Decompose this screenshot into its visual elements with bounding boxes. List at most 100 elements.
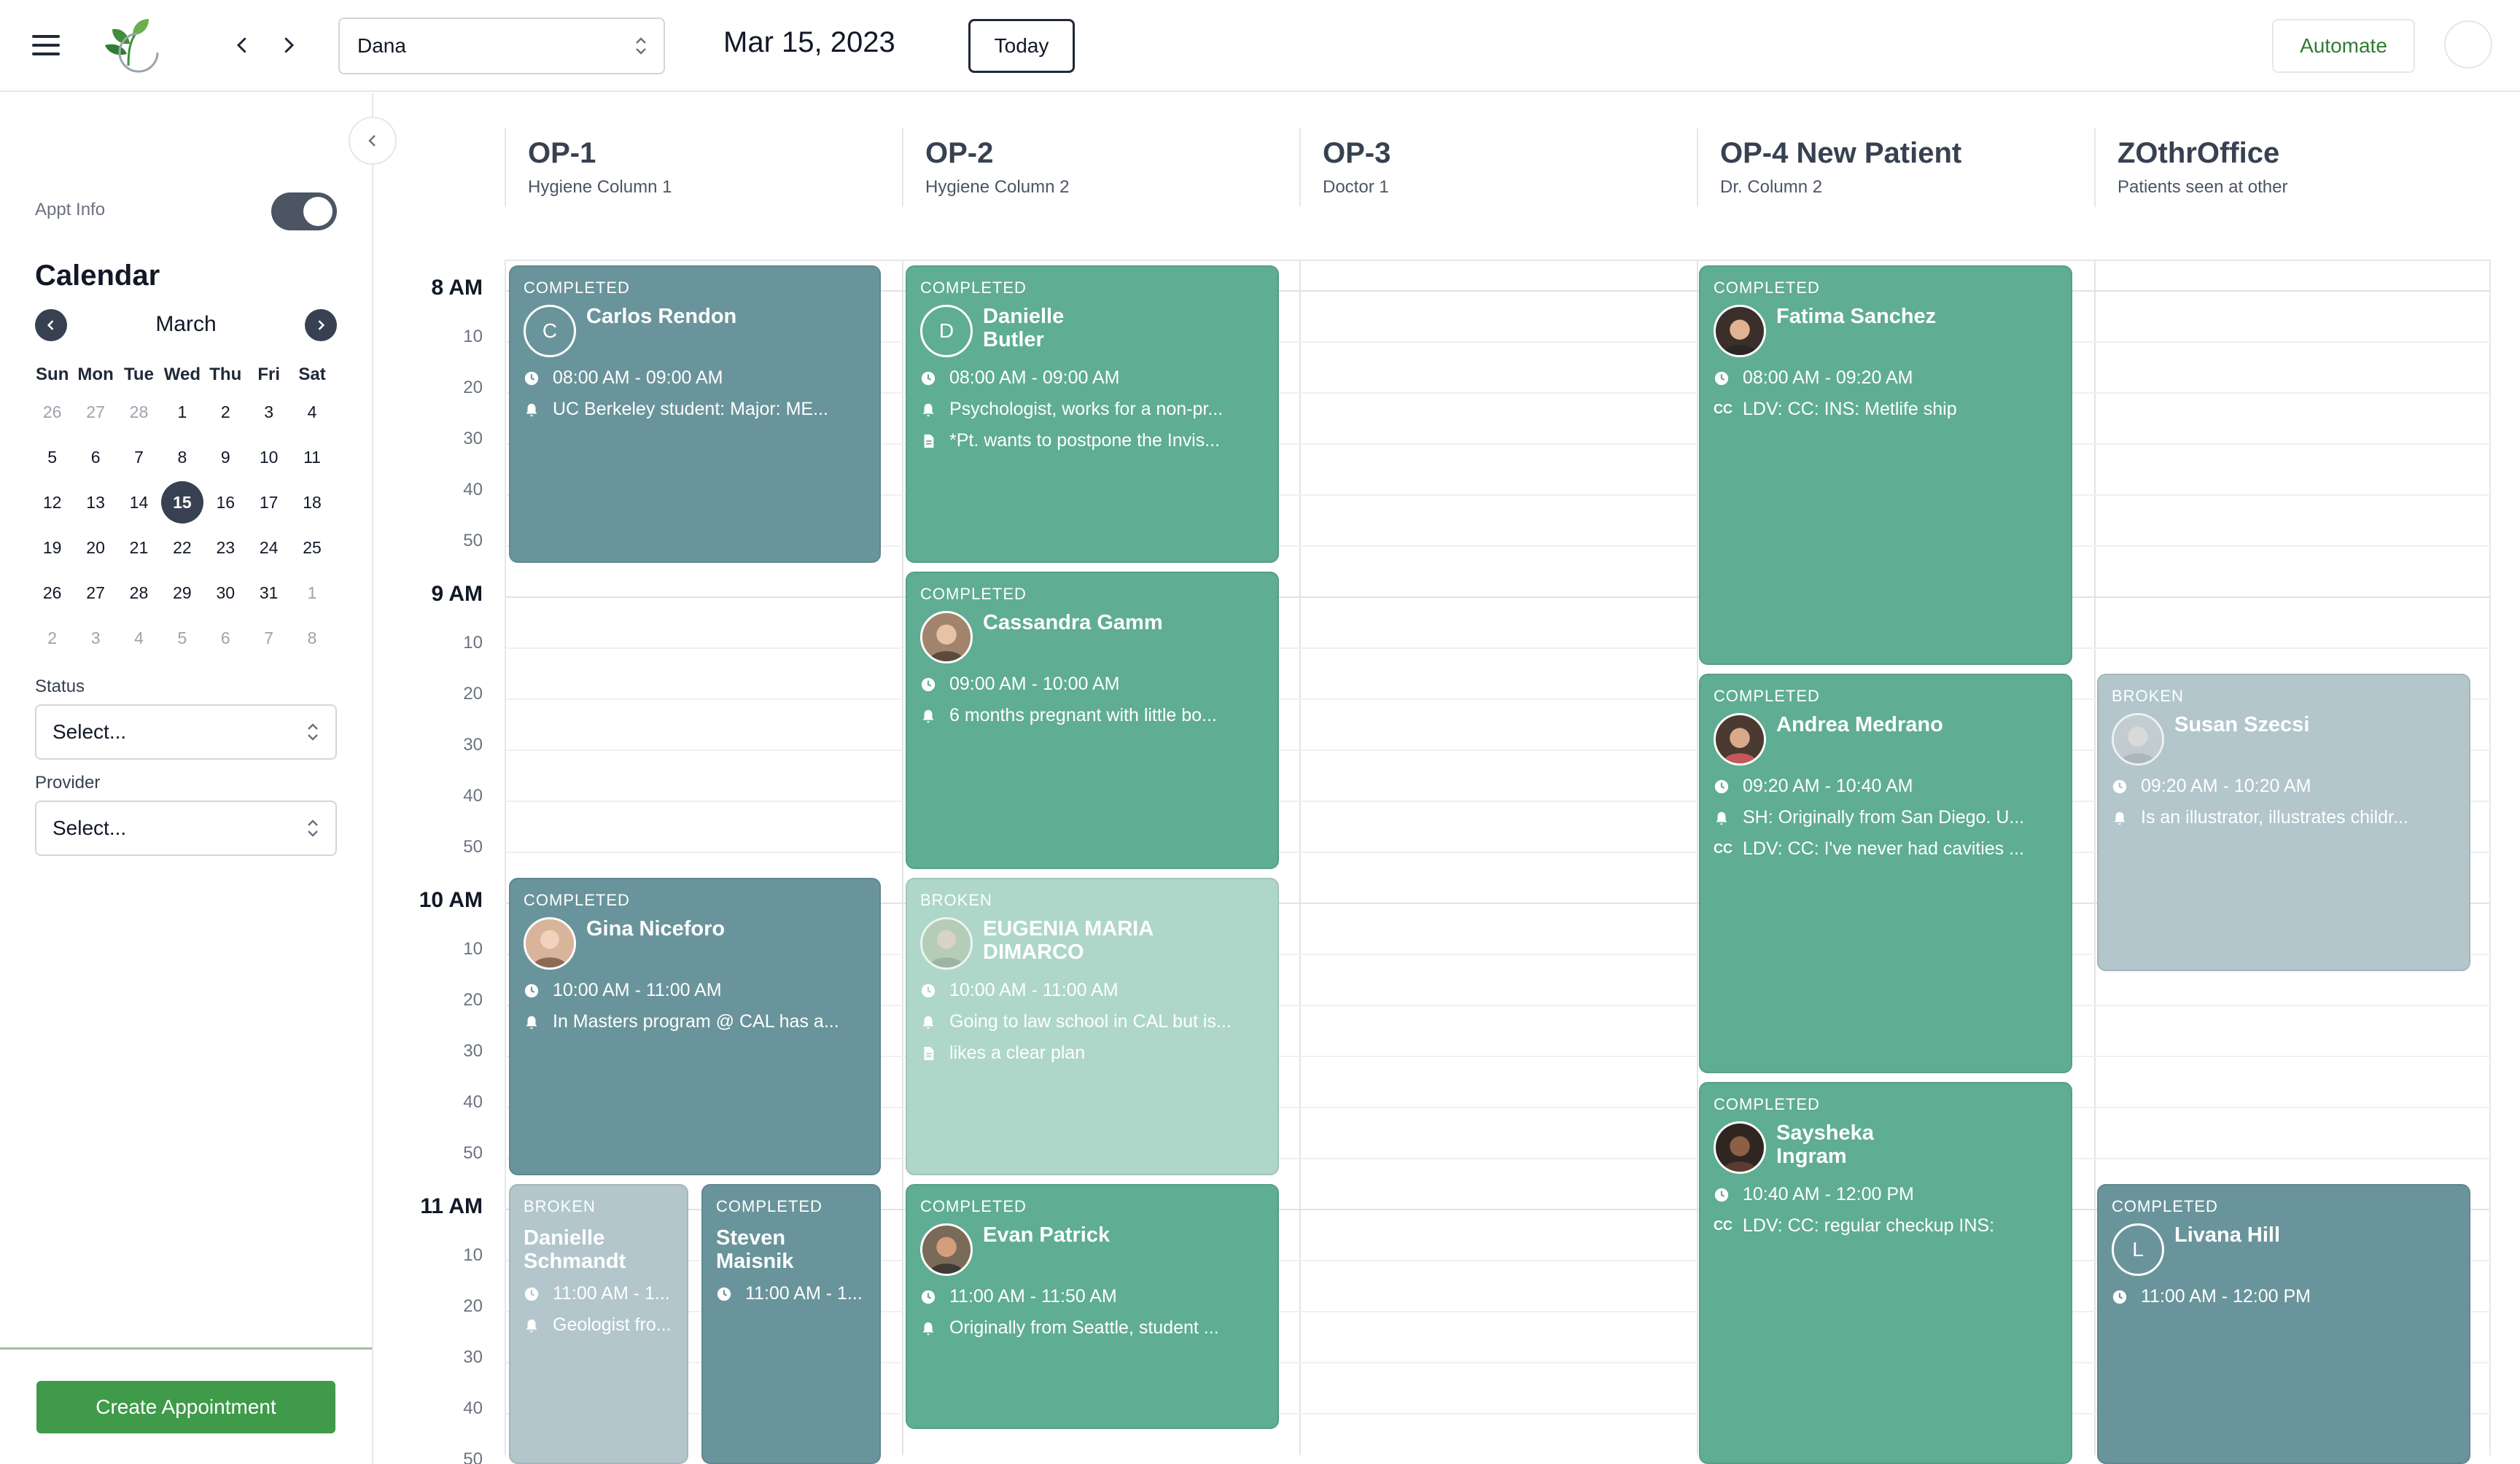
calendar-week-row: 26 27 28 29 30 31 1 — [31, 570, 343, 615]
patient-name: Cassandra Gamm — [983, 611, 1163, 634]
appointment-card-danielle-schmandt[interactable]: BROKEN Danielle Schmandt 11:00 AM - 1...… — [509, 1184, 688, 1464]
calendar-day[interactable]: 2 — [204, 402, 247, 422]
minute-label: 40 — [463, 786, 483, 806]
appointment-card-gina-niceforo[interactable]: COMPLETED Gina Niceforo 10:00 AM - 11:00… — [509, 878, 881, 1175]
calendar-day[interactable]: 22 — [160, 538, 203, 558]
calendar-day[interactable]: 27 — [74, 583, 117, 603]
calendar-day[interactable]: 8 — [160, 448, 203, 467]
calendar-day[interactable]: 29 — [160, 583, 203, 603]
calendar-day[interactable]: 27 — [74, 402, 117, 422]
patient-photo — [920, 917, 973, 970]
appointment-card-saysheka-ingram[interactable]: COMPLETED Saysheka Ingram 10:40 AM - 12:… — [1699, 1082, 2072, 1464]
calendar-day[interactable]: 11 — [290, 448, 333, 467]
next-month-button[interactable] — [305, 309, 337, 341]
calendar-day[interactable]: 5 — [160, 628, 203, 648]
calendar-day-number: 4 — [307, 402, 317, 421]
calendar-day[interactable]: 4 — [117, 628, 160, 648]
bell-icon — [922, 1016, 934, 1029]
appointment-card-fatima-sanchez[interactable]: COMPLETED Fatima Sanchez 08:00 AM - 09:2… — [1699, 265, 2072, 665]
column-title: OP-3 — [1323, 137, 1391, 169]
provider-filter-select[interactable]: Select... — [35, 801, 337, 856]
appointment-card-evan-patrick[interactable]: COMPLETED Evan Patrick 11:00 AM - 11:50 … — [906, 1184, 1279, 1429]
calendar-day-number: 5 — [47, 447, 58, 467]
calendar-day[interactable]: 9 — [204, 448, 247, 467]
prev-month-button[interactable] — [35, 309, 67, 341]
chevron-left-icon — [368, 135, 376, 147]
calendar-day-number: 26 — [42, 583, 62, 602]
calendar-day[interactable]: 28 — [117, 583, 160, 603]
calendar-day[interactable]: 14 — [117, 493, 160, 513]
appointment-card-andrea-medrano[interactable]: COMPLETED Andrea Medrano 09:20 AM - 10:4… — [1699, 674, 2072, 1073]
mini-calendar: Sun Mon Tue Wed Thu Fri Sat 26 27 28 1 2 3 4 5 6 7 8 9 10 1… — [31, 360, 343, 661]
appointment-time: 11:00 AM - 1... — [745, 1283, 863, 1304]
automate-button[interactable]: Automate — [2272, 19, 2415, 73]
calendar-day[interactable]: 30 — [204, 583, 247, 603]
appt-info-toggle[interactable] — [271, 192, 337, 230]
calendar-day[interactable]: 26 — [31, 402, 74, 422]
provider-filter-value: Select... — [52, 817, 127, 839]
status-select[interactable]: Select... — [35, 704, 337, 760]
calendar-day[interactable]: 6 — [74, 448, 117, 467]
calendar-day-selected[interactable]: 15 — [160, 481, 203, 523]
patient-initial-avatar: C — [524, 305, 576, 357]
clock-icon — [1714, 779, 1729, 793]
calendar-day[interactable]: 6 — [204, 628, 247, 648]
calendar-day[interactable]: 21 — [117, 538, 160, 558]
calendar-day[interactable]: 4 — [290, 402, 333, 422]
calendar-day[interactable]: 20 — [74, 538, 117, 558]
collapse-sidebar-button[interactable] — [349, 117, 397, 165]
appointment-card-cassandra-gamm[interactable]: COMPLETED Cassandra Gamm 09:00 AM - 10:0… — [906, 572, 1279, 869]
calendar-day[interactable]: 2 — [31, 628, 74, 648]
calendar-day[interactable]: 7 — [117, 448, 160, 467]
minute-label: 50 — [463, 531, 483, 550]
calendar-day-number: 2 — [47, 628, 58, 647]
select-arrows-icon — [308, 723, 318, 741]
appointment-status: COMPLETED — [920, 585, 1027, 603]
appointment-card-livana-hill[interactable]: COMPLETED L Livana Hill 11:00 AM - 12:00 … — [2097, 1184, 2470, 1464]
calendar-day[interactable]: 7 — [247, 628, 290, 648]
calendar-day-number: 20 — [86, 537, 105, 557]
appointment-card-susan-szecsi[interactable]: BROKEN Susan Szecsi 09:20 AM - 10:20 AM … — [2097, 674, 2470, 971]
appointment-card-danielle-butler[interactable]: COMPLETED D Danielle Butler 08:00 AM - 09… — [906, 265, 1279, 563]
calendar-day[interactable]: 16 — [204, 493, 247, 513]
menu-icon[interactable] — [32, 34, 61, 57]
calendar-day[interactable]: 19 — [31, 538, 74, 558]
calendar-day[interactable]: 18 — [290, 493, 333, 513]
calendar-day[interactable]: 23 — [204, 538, 247, 558]
calendar-day[interactable]: 13 — [74, 493, 117, 513]
minute-label: 10 — [463, 939, 483, 959]
appointment-card-carlos-rendon[interactable]: COMPLETED C Carlos Rendon 08:00 AM - 09:0… — [509, 265, 881, 563]
calendar-day[interactable]: 28 — [117, 402, 160, 422]
calendar-week-row: 26 27 28 1 2 3 4 — [31, 389, 343, 435]
patient-name: Fatima Sanchez — [1776, 305, 1937, 328]
clock-icon — [1714, 1188, 1729, 1202]
calendar-day[interactable]: 3 — [247, 402, 290, 422]
appointment-card-steven-maisnik[interactable]: COMPLETED Steven Maisnik 11:00 AM - 1... — [701, 1184, 881, 1464]
calendar-day[interactable]: 10 — [247, 448, 290, 467]
calendar-day-number: 23 — [216, 537, 236, 557]
next-day-button[interactable] — [274, 29, 303, 61]
weekday-label: Sun — [36, 365, 69, 384]
calendar-day[interactable]: 31 — [247, 583, 290, 603]
calendar-day[interactable]: 17 — [247, 493, 290, 513]
calendar-day[interactable]: 25 — [290, 538, 333, 558]
calendar-day[interactable]: 5 — [31, 448, 74, 467]
appointment-note: 6 months pregnant with little bo... — [949, 705, 1217, 725]
user-avatar[interactable] — [2444, 20, 2492, 69]
prev-day-button[interactable] — [228, 29, 257, 61]
appointment-time: 08:00 AM - 09:20 AM — [1743, 367, 1913, 388]
calendar-day[interactable]: 8 — [290, 628, 333, 648]
calendar-day[interactable]: 24 — [247, 538, 290, 558]
chevron-right-icon — [284, 37, 295, 53]
calendar-day[interactable]: 26 — [31, 583, 74, 603]
today-button[interactable]: Today — [968, 19, 1075, 73]
appointment-card-eugenia-dimarco[interactable]: BROKEN EUGENIA MARIA DIMARCO 10:00 AM - … — [906, 878, 1279, 1175]
patient-name: EUGENIA MARIA DIMARCO — [983, 917, 1154, 964]
create-appointment-button[interactable]: Create Appointment — [36, 1381, 335, 1433]
calendar-day[interactable]: 1 — [160, 402, 203, 422]
provider-select[interactable]: Dana — [338, 17, 665, 74]
calendar-day[interactable]: 1 — [290, 583, 333, 603]
calendar-day[interactable]: 12 — [31, 493, 74, 513]
calendar-day[interactable]: 3 — [74, 628, 117, 648]
bell-icon — [922, 709, 934, 723]
